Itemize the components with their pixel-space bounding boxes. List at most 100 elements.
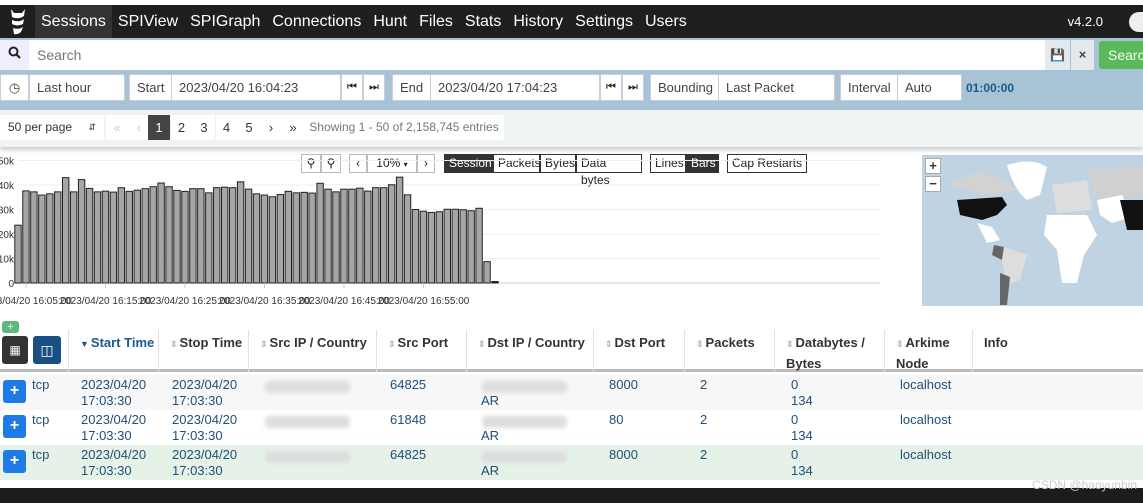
bar — [69, 191, 78, 284]
help-icon[interactable] — [1129, 12, 1143, 32]
bar — [268, 196, 277, 284]
prev-page-button[interactable]: ‹ — [128, 115, 150, 140]
nav-connections[interactable]: Connections — [266, 5, 367, 38]
bounding-select[interactable]: Last Packet — [718, 74, 835, 101]
bar — [85, 187, 94, 284]
last-page-button[interactable]: » — [282, 115, 304, 140]
page-4[interactable]: 4 — [215, 115, 238, 140]
y-tick-label: 30k — [0, 206, 15, 217]
bar — [165, 186, 173, 284]
column-header-dst-ip-country[interactable]: ⇕ Dst IP / Country — [478, 333, 588, 354]
dst-country: AR — [481, 393, 500, 408]
save-icon[interactable]: 💾 — [1045, 40, 1070, 70]
databytes-bytes: 0 134 — [791, 412, 813, 444]
page-3[interactable]: 3 — [193, 115, 215, 140]
packets: 2 — [700, 412, 708, 427]
nav-sessions[interactable]: Sessions — [35, 5, 112, 38]
watermark: CSDN @haoyunbin — [1032, 478, 1137, 492]
expand-row-icon[interactable]: + — [3, 380, 26, 403]
column-header-src-ip-country[interactable]: ⇕ Src IP / Country — [260, 333, 370, 354]
table-row[interactable]: + tcp 2023/04/20 17:03:30 2023/04/20 17:03:30… — [0, 445, 1143, 480]
protocol: tcp — [32, 447, 50, 462]
sort-desc-icon: ▼ — [80, 339, 89, 349]
end-time-input[interactable]: 2023/04/20 17:04:23 — [430, 74, 600, 101]
bar — [149, 186, 157, 284]
packets: 2 — [700, 447, 708, 462]
map-zoom-out-button[interactable]: − — [925, 176, 941, 192]
dst-port: 8000 — [609, 447, 638, 462]
x-tick-label: 2023/04/20 16:25:00 — [139, 296, 231, 307]
column-header-arkime-node[interactable]: ⇕ Arkime Node — [896, 333, 956, 374]
bar — [260, 194, 269, 284]
search-button[interactable]: Search — [1099, 41, 1143, 69]
dst-ip-redacted — [482, 451, 567, 463]
column-header-info[interactable]: Info — [984, 333, 1094, 353]
bar — [236, 181, 245, 284]
table-row[interactable]: + tcp 2023/04/20 17:03:30 2023/04/20 17:03:30… — [0, 410, 1143, 445]
start-prev-icon[interactable]: ⏮ — [341, 74, 363, 101]
bar — [467, 210, 475, 284]
start-next-icon[interactable]: ⏭ — [363, 74, 385, 101]
column-label: Databytes / Bytes — [786, 335, 865, 371]
nav-history[interactable]: History — [507, 5, 569, 38]
sort-icon: ⇕ — [896, 339, 904, 349]
pagination-bar: 50 per page ⇵ « ‹ 12345 › » Showing 1 - 5… — [0, 110, 1143, 147]
nav-files[interactable]: Files — [413, 5, 459, 38]
expand-row-icon[interactable]: + — [3, 415, 26, 438]
databytes-bytes: 0 134 — [791, 447, 813, 479]
interval-label: Interval — [840, 74, 898, 101]
bar — [411, 209, 420, 284]
y-tick-label: 10k — [0, 255, 15, 266]
column-header-databytes-bytes[interactable]: ⇕ Databytes / Bytes — [786, 333, 866, 374]
search-input[interactable] — [29, 40, 1045, 70]
time-range-select[interactable]: Last hour — [29, 74, 125, 101]
expand-row-icon[interactable]: + — [3, 450, 26, 473]
arkime-node: localhost — [900, 447, 952, 462]
bar — [483, 261, 491, 284]
start-time-line1: 2023/04/20 — [81, 447, 147, 462]
packets: 2 — [700, 377, 708, 392]
x-tick-label: 2023/04/20 16:45:00 — [298, 296, 390, 307]
x-tick-label: 2023/04/20 16:15:00 — [60, 296, 152, 307]
start-time: 2023/04/20 17:03:30 — [81, 377, 146, 409]
page-5[interactable]: 5 — [238, 115, 260, 140]
table-row[interactable]: + tcp 2023/04/20 17:03:30 2023/04/20 17:03:30… — [0, 375, 1143, 410]
interval-select[interactable]: Auto — [897, 74, 962, 101]
nav-spiview[interactable]: SPIView — [112, 5, 184, 38]
per-page-select[interactable]: 50 per page ⇵ — [0, 115, 104, 140]
column-divider — [684, 330, 685, 372]
end-next-icon[interactable]: ⏭ — [622, 74, 644, 101]
column-divider — [248, 330, 249, 372]
bottom-bar — [0, 488, 1143, 503]
nav-spigraph[interactable]: SPIGraph — [184, 5, 266, 38]
nav-stats[interactable]: Stats — [459, 5, 507, 38]
stop-time-line1: 2023/04/20 — [172, 412, 238, 427]
column-label: Stop Time — [179, 335, 243, 350]
nav-hunt[interactable]: Hunt — [367, 5, 413, 38]
nav-users[interactable]: Users — [639, 5, 693, 38]
page-1[interactable]: 1 — [148, 115, 170, 140]
world-map[interactable]: + − — [922, 155, 1143, 306]
nav-settings[interactable]: Settings — [569, 5, 639, 38]
first-page-button[interactable]: « — [106, 115, 128, 140]
clear-icon[interactable]: × — [1071, 40, 1094, 70]
stop-time: 2023/04/20 17:03:30 — [172, 447, 237, 479]
bar — [348, 188, 356, 284]
bar — [228, 187, 237, 284]
start-time-input[interactable]: 2023/04/20 16:04:23 — [171, 74, 341, 101]
bar — [475, 207, 483, 284]
end-prev-icon[interactable]: ⏮ — [600, 74, 622, 101]
start-time-line2: 17:03:30 — [81, 463, 132, 478]
grid-icon[interactable]: ▦ — [2, 336, 28, 364]
page-2[interactable]: 2 — [170, 115, 193, 140]
arkime-logo[interactable] — [0, 5, 35, 38]
bar — [491, 281, 499, 284]
next-page-button[interactable]: › — [260, 115, 282, 140]
column-label: Arkime Node — [896, 335, 950, 371]
end-label: End — [392, 74, 431, 101]
bar — [157, 182, 165, 284]
column-label: Dst Port — [614, 335, 666, 350]
columns-icon[interactable]: ◫ — [33, 336, 61, 364]
map-zoom-in-button[interactable]: + — [925, 158, 941, 174]
bar — [197, 188, 205, 284]
